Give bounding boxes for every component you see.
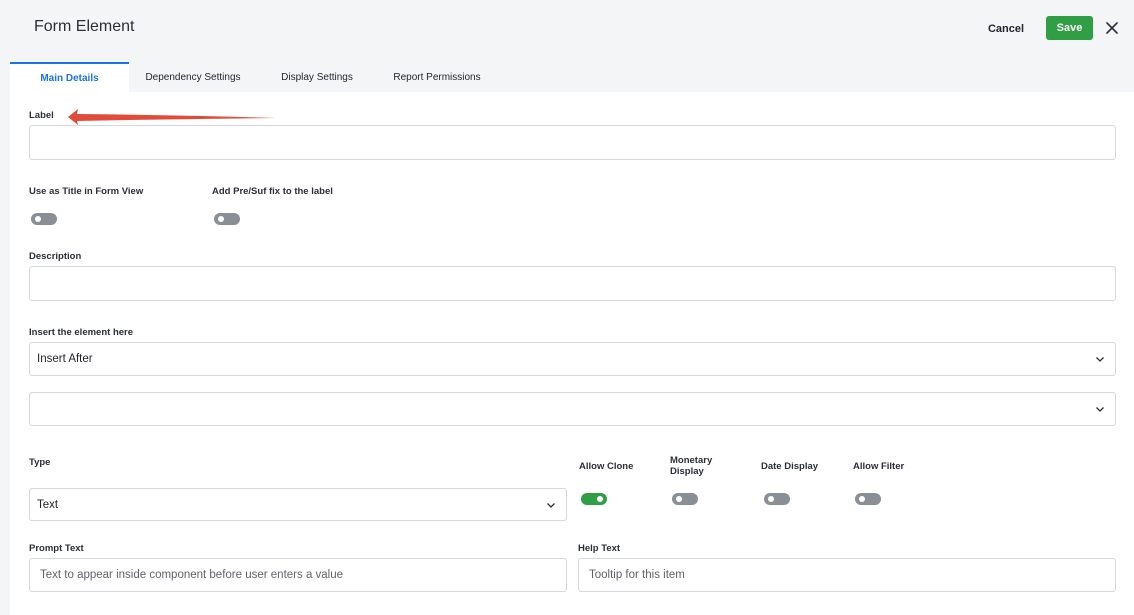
help-text-label: Help Text	[578, 543, 621, 554]
chevron-down-icon	[1096, 407, 1104, 412]
type-select[interactable]: Text	[29, 488, 567, 521]
save-button[interactable]: Save	[1046, 16, 1093, 40]
allow-clone-toggle[interactable]	[581, 493, 607, 505]
label-input[interactable]	[29, 125, 1116, 160]
tab-bar: Main Details Dependency Settings Display…	[0, 62, 1134, 92]
tab-main-details[interactable]: Main Details	[10, 62, 129, 92]
page-title: Form Element	[34, 18, 135, 35]
monetary-display-label: Monetary Display	[670, 455, 713, 477]
annotation-arrow-icon	[68, 109, 276, 125]
tab-display-settings[interactable]: Display Settings	[267, 62, 367, 92]
modal-header: Form Element Cancel Save	[0, 0, 1134, 60]
allow-clone-label: Allow Clone	[579, 461, 634, 472]
help-text-input[interactable]	[578, 558, 1116, 592]
insert-element-label: Insert the element here	[29, 327, 134, 338]
chevron-down-icon	[1096, 357, 1104, 362]
insert-position-select[interactable]: Insert After	[29, 342, 1116, 376]
description-label: Description	[29, 251, 82, 262]
label-field-label: Label	[29, 110, 54, 121]
prompt-text-input[interactable]	[29, 558, 567, 592]
use-as-title-label: Use as Title in Form View	[29, 186, 144, 197]
use-as-title-toggle[interactable]	[31, 213, 57, 225]
add-prefix-suffix-label: Add Pre/Suf fix to the label	[212, 186, 333, 197]
tab-dependency-settings[interactable]: Dependency Settings	[133, 62, 253, 92]
date-display-toggle[interactable]	[764, 493, 790, 505]
insert-position-value: Insert After	[37, 353, 93, 365]
cancel-button[interactable]: Cancel	[975, 17, 1037, 41]
type-value: Text	[37, 498, 59, 511]
close-icon[interactable]	[1101, 16, 1123, 40]
prompt-text-label: Prompt Text	[29, 543, 84, 554]
date-display-label: Date Display	[761, 461, 819, 472]
insert-target-select[interactable]	[29, 392, 1116, 426]
type-label: Type	[29, 457, 51, 468]
chevron-down-icon	[547, 502, 555, 508]
description-input[interactable]	[29, 266, 1116, 301]
add-prefix-suffix-toggle[interactable]	[214, 213, 240, 225]
monetary-display-toggle[interactable]	[672, 493, 698, 505]
allow-filter-label: Allow Filter	[853, 461, 905, 472]
allow-filter-toggle[interactable]	[855, 493, 881, 505]
tab-report-permissions[interactable]: Report Permissions	[381, 62, 493, 92]
